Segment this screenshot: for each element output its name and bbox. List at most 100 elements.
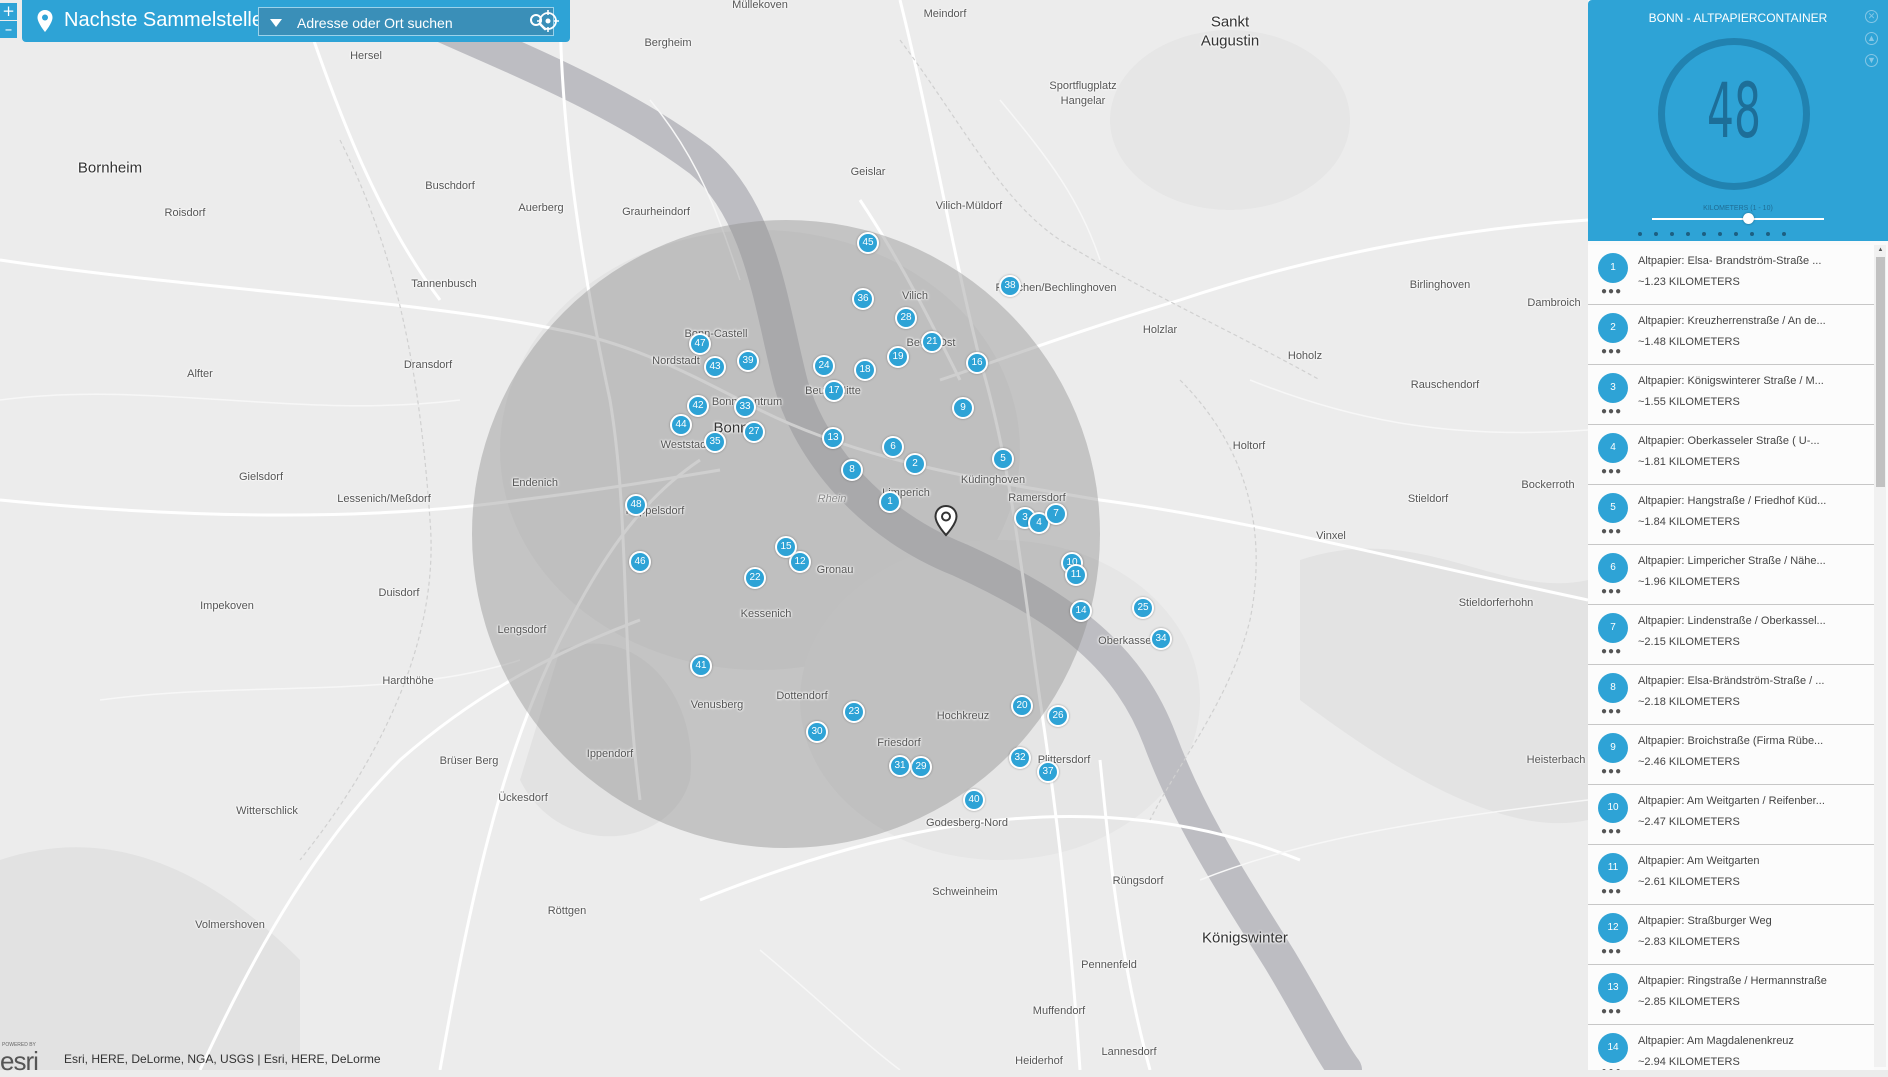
result-item[interactable]: 5 ●●● Altpapier: Hangstraße / Friedhof Küd… [1588, 485, 1874, 545]
collection-point-marker[interactable]: 33 [734, 396, 756, 418]
result-item[interactable]: 6 ●●● Altpapier: Limpericher Straße / Nähe… [1588, 545, 1874, 605]
result-distance: ~2.61 KILOMETERS [1638, 876, 1740, 888]
slider-tick [1702, 232, 1706, 236]
more-options-icon[interactable]: ●●● [1601, 1007, 1622, 1017]
collection-point-marker[interactable]: 48 [625, 494, 647, 516]
result-distance: ~2.46 KILOMETERS [1638, 756, 1740, 768]
scroll-up-arrow[interactable]: ▲ [1876, 246, 1885, 255]
collection-point-marker[interactable]: 47 [689, 333, 711, 355]
collection-point-marker[interactable]: 44 [670, 414, 692, 436]
result-distance: ~1.55 KILOMETERS [1638, 396, 1740, 408]
collection-point-marker[interactable]: 31 [889, 755, 911, 777]
more-options-icon[interactable]: ●●● [1601, 767, 1622, 777]
collection-point-marker[interactable]: 30 [806, 721, 828, 743]
collection-point-marker[interactable]: 26 [1047, 705, 1069, 727]
result-number: 1 [1598, 253, 1628, 283]
collection-point-marker[interactable]: 25 [1132, 597, 1154, 619]
caret-down-icon[interactable] [269, 18, 283, 28]
collection-point-marker[interactable]: 13 [822, 427, 844, 449]
result-number: 7 [1598, 613, 1628, 643]
more-options-icon[interactable]: ●●● [1601, 467, 1622, 477]
collection-point-marker[interactable]: 8 [841, 459, 863, 481]
collection-point-marker[interactable]: 18 [854, 359, 876, 381]
result-item[interactable]: 9 ●●● Altpapier: Broichstraße (Firma Rübe.… [1588, 725, 1874, 785]
result-item[interactable]: 11 ●●● Altpapier: Am Weitgarten ~2.61 KILOM… [1588, 845, 1874, 905]
result-item[interactable]: 14●●●Altpapier: Am Magdalenenkreuz~2.94 … [1588, 1025, 1874, 1070]
radius-slider-handle[interactable] [1742, 213, 1754, 224]
collection-point-marker[interactable]: 32 [1009, 747, 1031, 769]
collection-point-marker[interactable]: 35 [704, 431, 726, 453]
attribution-credits: Esri, HERE, DeLorme, NGA, USGS | Esri, H… [64, 1052, 381, 1066]
result-distance: ~1.48 KILOMETERS [1638, 336, 1740, 348]
result-item[interactable]: 1 ●●● Altpapier: Elsa- Brandström-Straße .… [1588, 245, 1874, 305]
collection-point-marker[interactable]: 37 [1037, 761, 1059, 783]
collection-point-marker[interactable]: 42 [687, 395, 709, 417]
search-box[interactable] [258, 7, 554, 37]
scrollbar-thumb[interactable] [1876, 257, 1885, 487]
collection-point-marker[interactable]: 23 [843, 701, 865, 723]
collection-point-marker[interactable]: 36 [852, 288, 874, 310]
slider-tick [1686, 232, 1690, 236]
more-options-icon[interactable]: ●●● [1601, 887, 1622, 897]
more-options-icon[interactable]: ●●● [1601, 827, 1622, 837]
more-options-icon[interactable]: ●●● [1601, 587, 1622, 597]
collection-point-marker[interactable]: 45 [857, 232, 879, 254]
result-item[interactable]: 3 ●●● Altpapier: Königswinterer Straße / M… [1588, 365, 1874, 425]
more-options-icon[interactable]: ●●● [1601, 407, 1622, 417]
result-item[interactable]: 10 ●●● Altpapier: Am Weitgarten / Reifenbe… [1588, 785, 1874, 845]
collection-point-marker[interactable]: 21 [921, 331, 943, 353]
esri-logo: esri [0, 1046, 39, 1076]
more-options-icon[interactable]: ●●● [1601, 287, 1622, 297]
collection-point-marker[interactable]: 5 [992, 448, 1014, 470]
collection-point-marker[interactable]: 11 [1065, 564, 1087, 586]
more-options-icon[interactable]: ●●● [1601, 647, 1622, 657]
zoom-out-button[interactable]: – [0, 21, 17, 38]
location-pin-icon[interactable] [934, 505, 958, 537]
collection-point-marker[interactable]: 28 [895, 307, 917, 329]
collection-point-marker[interactable]: 34 [1150, 628, 1172, 650]
collection-point-marker[interactable]: 46 [629, 551, 651, 573]
collection-point-marker[interactable]: 22 [744, 567, 766, 589]
radius-slider[interactable] [1652, 218, 1824, 220]
search-input[interactable] [295, 8, 519, 37]
collection-point-marker[interactable]: 16 [966, 352, 988, 374]
collection-point-marker[interactable]: 15 [775, 536, 797, 558]
collection-point-marker[interactable]: 20 [1011, 695, 1033, 717]
chevron-down-icon[interactable]: ▼ [1865, 54, 1878, 67]
result-name: Altpapier: Am Weitgarten / Reifenber... [1638, 795, 1825, 807]
result-item[interactable]: 4 ●●● Altpapier: Oberkasseler Straße ( U-.… [1588, 425, 1874, 485]
collection-point-marker[interactable]: 7 [1045, 503, 1067, 525]
collection-point-marker[interactable]: 43 [704, 356, 726, 378]
collection-point-marker[interactable]: 38 [999, 275, 1021, 297]
result-item[interactable]: 7 ●●● Altpapier: Lindenstraße / Oberkassel… [1588, 605, 1874, 665]
result-distance: ~1.96 KILOMETERS [1638, 576, 1740, 588]
collection-point-marker[interactable]: 40 [963, 789, 985, 811]
result-number: 13 [1598, 973, 1628, 1003]
map-attribution: POWERED BY esri Esri, HERE, DeLorme, NGA… [0, 1042, 420, 1076]
result-distance: ~2.85 KILOMETERS [1638, 996, 1740, 1008]
collection-point-marker[interactable]: 29 [910, 756, 932, 778]
result-item[interactable]: 2 ●●● Altpapier: Kreuzherrenstraße / An de… [1588, 305, 1874, 365]
collection-point-marker[interactable]: 27 [743, 421, 765, 443]
collection-point-marker[interactable]: 14 [1070, 600, 1092, 622]
collection-point-marker[interactable]: 2 [904, 453, 926, 475]
collection-point-marker[interactable]: 9 [952, 397, 974, 419]
more-options-icon[interactable]: ●●● [1601, 527, 1622, 537]
more-options-icon[interactable]: ●●● [1601, 347, 1622, 357]
result-item[interactable]: 12 ●●● Altpapier: Straßburger Weg ~2.83 KIL… [1588, 905, 1874, 965]
more-options-icon[interactable]: ●●● [1601, 947, 1622, 957]
result-item[interactable]: 8 ●●● Altpapier: Elsa-Brändström-Straße / … [1588, 665, 1874, 725]
chevron-up-icon[interactable]: ▲ [1865, 32, 1878, 45]
collection-point-marker[interactable]: 1 [879, 491, 901, 513]
locate-icon[interactable] [537, 10, 559, 32]
collection-point-marker[interactable]: 17 [823, 380, 845, 402]
collection-point-marker[interactable]: 6 [882, 436, 904, 458]
close-icon[interactable]: ✕ [1865, 10, 1878, 23]
more-options-icon[interactable]: ●●● [1601, 707, 1622, 717]
collection-point-marker[interactable]: 41 [690, 655, 712, 677]
zoom-in-button[interactable]: + [0, 3, 17, 20]
result-item[interactable]: 13 ●●● Altpapier: Ringstraße / Hermannstra… [1588, 965, 1874, 1025]
collection-point-marker[interactable]: 24 [813, 355, 835, 377]
collection-point-marker[interactable]: 19 [887, 346, 909, 368]
collection-point-marker[interactable]: 39 [737, 350, 759, 372]
